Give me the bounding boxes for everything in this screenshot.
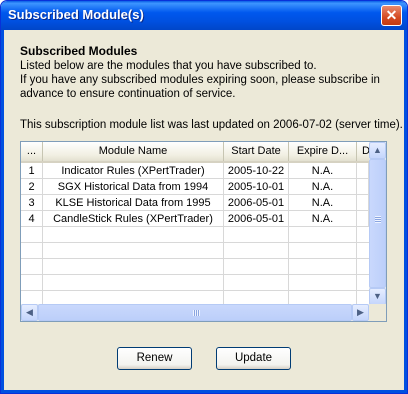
scroll-down-button[interactable]: ▼ xyxy=(369,288,386,305)
description-line-2: If you have any subscribed modules expir… xyxy=(20,74,380,86)
horizontal-scrollbar[interactable]: ◀ ▶ xyxy=(21,304,369,321)
scroll-right-button[interactable]: ▶ xyxy=(352,304,369,321)
table-row[interactable]: 1 Indicator Rules (XPertTrader) 2005-10-… xyxy=(21,163,369,179)
column-header-index[interactable]: ... xyxy=(21,142,43,161)
window-title: Subscribed Module(s) xyxy=(8,7,144,22)
module-name: SGX Historical Data from 1994 xyxy=(43,179,224,195)
window-frame-right xyxy=(404,30,407,393)
subscribed-modules-dialog: Subscribed Module(s) ✕ Subscribed Module… xyxy=(0,0,408,394)
horizontal-scroll-thumb[interactable] xyxy=(38,304,352,321)
row-index: 2 xyxy=(21,179,43,195)
scrollbar-corner xyxy=(369,304,386,321)
d-cell xyxy=(357,211,369,227)
column-header-start-date[interactable]: Start Date xyxy=(224,142,289,161)
table-row[interactable]: 4 CandleStick Rules (XPertTrader) 2006-0… xyxy=(21,211,369,227)
expire-date: N.A. xyxy=(289,179,357,195)
vertical-scroll-thumb[interactable] xyxy=(369,159,386,288)
renew-button[interactable]: Renew xyxy=(117,347,192,370)
list-header: ... Module Name Start Date Expire D... D xyxy=(21,142,370,163)
module-name: Indicator Rules (XPertTrader) xyxy=(43,163,224,179)
module-name: CandleStick Rules (XPertTrader) xyxy=(43,211,224,227)
start-date: 2006-05-01 xyxy=(224,211,289,227)
last-updated-text: This subscription module list was last u… xyxy=(20,119,403,131)
start-date: 2005-10-01 xyxy=(224,179,289,195)
close-button[interactable]: ✕ xyxy=(381,5,402,26)
module-name: KLSE Historical Data from 1995 xyxy=(43,195,224,211)
row-index: 1 xyxy=(21,163,43,179)
grip-icon xyxy=(375,216,381,223)
d-cell xyxy=(357,163,369,179)
vertical-scrollbar[interactable]: ▲ ▼ xyxy=(369,142,386,305)
title-bar[interactable]: Subscribed Module(s) ✕ xyxy=(1,1,407,30)
start-date: 2006-05-01 xyxy=(224,195,289,211)
row-index: 4 xyxy=(21,211,43,227)
section-heading: Subscribed Modules xyxy=(20,44,138,58)
start-date: 2005-10-22 xyxy=(224,163,289,179)
grip-icon xyxy=(193,310,200,316)
close-icon: ✕ xyxy=(385,7,398,23)
modules-list[interactable]: ... Module Name Start Date Expire D... D… xyxy=(20,141,387,322)
empty-grid xyxy=(21,227,369,304)
scroll-up-button[interactable]: ▲ xyxy=(369,142,386,159)
column-header-module-name[interactable]: Module Name xyxy=(43,142,224,161)
expire-date: N.A. xyxy=(289,195,357,211)
expire-date: N.A. xyxy=(289,163,357,179)
update-button[interactable]: Update xyxy=(216,347,291,370)
expire-date: N.A. xyxy=(289,211,357,227)
description-line-3: advance to ensure continuation of servic… xyxy=(20,88,236,100)
table-row[interactable]: 3 KLSE Historical Data from 1995 2006-05… xyxy=(21,195,369,211)
dialog-content: Subscribed Modules Listed below are the … xyxy=(4,30,404,390)
table-row[interactable]: 2 SGX Historical Data from 1994 2005-10-… xyxy=(21,179,369,195)
d-cell xyxy=(357,195,369,211)
scroll-left-button[interactable]: ◀ xyxy=(21,304,38,321)
window-frame-bottom xyxy=(1,390,407,393)
column-header-expire-date[interactable]: Expire D... xyxy=(289,142,357,161)
d-cell xyxy=(357,179,369,195)
description-line-1: Listed below are the modules that you ha… xyxy=(20,60,317,72)
row-index: 3 xyxy=(21,195,43,211)
